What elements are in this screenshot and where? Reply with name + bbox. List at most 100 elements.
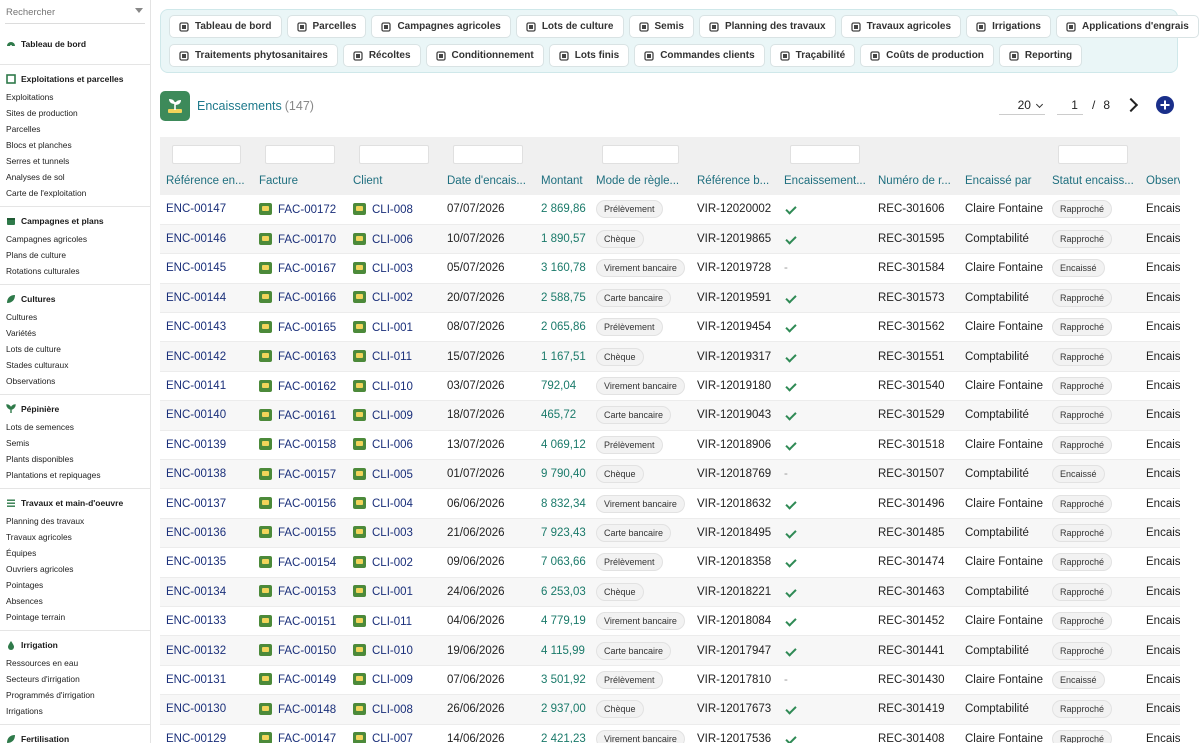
sidebar-item-ouvriers-agricoles[interactable]: Ouvriers agricoles: [0, 561, 150, 577]
sidebar-item-secteurs-d-irrigation[interactable]: Secteurs d'irrigation: [0, 671, 150, 687]
invoice-link[interactable]: FAC-00163: [278, 351, 336, 363]
sidebar-item-observations[interactable]: Observations: [0, 373, 150, 389]
column-header[interactable]: Statut encaiss...: [1046, 166, 1140, 195]
invoice-link[interactable]: FAC-00170: [278, 234, 336, 246]
sidebar-item-exploitations[interactable]: Exploitations: [0, 89, 150, 105]
client-link[interactable]: CLI-008: [372, 704, 413, 716]
invoice-link[interactable]: FAC-00162: [278, 381, 336, 393]
sidebar-item-lots-de-culture[interactable]: Lots de culture: [0, 341, 150, 357]
sidebar-item-pointages[interactable]: Pointages: [0, 577, 150, 593]
invoice-link[interactable]: FAC-00154: [278, 557, 336, 569]
filter-input[interactable]: [1058, 144, 1128, 164]
column-header[interactable]: Encaissé par: [959, 166, 1046, 195]
chevron-down-icon[interactable]: [135, 8, 143, 13]
filter-input[interactable]: [453, 144, 523, 164]
sidebar-group-title[interactable]: Pépinière: [0, 401, 150, 417]
nav-tab-applications-d-engrais[interactable]: Applications d'engrais: [1055, 15, 1199, 38]
nav-tab-traitements-phytosanitaires[interactable]: Traitements phytosanitaires: [169, 44, 338, 67]
invoice-link[interactable]: FAC-00147: [278, 733, 336, 743]
table-row[interactable]: ENC-00144 FAC-00166 CLI-002 20/07/2026 2 588…: [160, 283, 1180, 314]
column-header[interactable]: Facture: [253, 166, 347, 195]
table-row[interactable]: ENC-00140 FAC-00161 CLI-009 18/07/2026 465,7…: [160, 400, 1180, 431]
invoice-link[interactable]: FAC-00158: [278, 439, 336, 451]
client-link[interactable]: CLI-010: [372, 645, 413, 657]
reference-link[interactable]: ENC-00146: [166, 233, 226, 245]
client-link[interactable]: CLI-004: [372, 498, 413, 510]
client-link[interactable]: CLI-009: [372, 410, 413, 422]
table-row[interactable]: ENC-00133 FAC-00151 CLI-011 04/06/2026 4 779…: [160, 606, 1180, 637]
client-link[interactable]: CLI-008: [372, 204, 413, 216]
nav-tab-tracabilite[interactable]: Traçabilité: [769, 44, 856, 67]
invoice-link[interactable]: FAC-00150: [278, 645, 336, 657]
reference-link[interactable]: ENC-00131: [166, 674, 226, 686]
nav-tab-tableau-de-bord[interactable]: Tableau de bord: [169, 15, 282, 38]
client-link[interactable]: CLI-003: [372, 263, 413, 275]
invoice-link[interactable]: FAC-00166: [278, 292, 336, 304]
table-row[interactable]: ENC-00138 FAC-00157 CLI-005 01/07/2026 9 790…: [160, 459, 1180, 490]
sidebar-item-programmes-d-irrigation[interactable]: Programmés d'irrigation: [0, 687, 150, 703]
table-row[interactable]: ENC-00139 FAC-00158 CLI-006 13/07/2026 4 069…: [160, 430, 1180, 461]
client-link[interactable]: CLI-002: [372, 292, 413, 304]
table-row[interactable]: ENC-00141 FAC-00162 CLI-010 03/07/2026 792,0…: [160, 371, 1180, 402]
sidebar-group-title[interactable]: Irrigation: [0, 637, 150, 653]
reference-link[interactable]: ENC-00140: [166, 409, 226, 421]
invoice-link[interactable]: FAC-00161: [278, 410, 336, 422]
invoice-link[interactable]: FAC-00156: [278, 498, 336, 510]
table-row[interactable]: ENC-00137 FAC-00156 CLI-004 06/06/2026 8 832…: [160, 488, 1180, 519]
column-header[interactable]: Date d'encais...: [441, 166, 535, 195]
sidebar-item-serres-et-tunnels[interactable]: Serres et tunnels: [0, 153, 150, 169]
reference-link[interactable]: ENC-00136: [166, 527, 226, 539]
reference-link[interactable]: ENC-00144: [166, 292, 226, 304]
client-link[interactable]: CLI-010: [372, 381, 413, 393]
sidebar-item-planning-des-travaux[interactable]: Planning des travaux: [0, 513, 150, 529]
table-row[interactable]: ENC-00143 FAC-00165 CLI-001 08/07/2026 2 065…: [160, 312, 1180, 343]
sidebar-item-campagnes-agricoles[interactable]: Campagnes agricoles: [0, 231, 150, 247]
column-header[interactable]: Numéro de r...: [872, 166, 959, 195]
client-link[interactable]: CLI-007: [372, 733, 413, 743]
sidebar-item-analyses-de-sol[interactable]: Analyses de sol: [0, 169, 150, 185]
client-link[interactable]: CLI-006: [372, 439, 413, 451]
sidebar-item-dashboard[interactable]: Tableau de bord: [0, 36, 150, 52]
sidebar-item-absences[interactable]: Absences: [0, 593, 150, 609]
sidebar-group-title[interactable]: Travaux et main-d'oeuvre: [0, 495, 150, 511]
add-record-button[interactable]: [1156, 96, 1174, 114]
sidebar-item-cultures[interactable]: Cultures: [0, 309, 150, 325]
sidebar-item-equipes[interactable]: Équipes: [0, 545, 150, 561]
client-link[interactable]: CLI-001: [372, 586, 413, 598]
client-link[interactable]: CLI-011: [372, 351, 412, 363]
per-page-select[interactable]: 20: [998, 95, 1045, 115]
column-header[interactable]: Mode de règle...: [590, 166, 691, 195]
column-header[interactable]: Montant: [535, 166, 590, 195]
nav-tab-reporting[interactable]: Reporting: [998, 44, 1083, 67]
nav-tab-irrigations[interactable]: Irrigations: [966, 15, 1051, 38]
table-row[interactable]: ENC-00135 FAC-00154 CLI-002 09/06/2026 7 063…: [160, 547, 1180, 578]
reference-link[interactable]: ENC-00139: [166, 439, 226, 451]
column-header[interactable]: Encaissement...: [778, 166, 872, 195]
reference-link[interactable]: ENC-00142: [166, 351, 226, 363]
invoice-link[interactable]: FAC-00148: [278, 704, 336, 716]
sidebar-item-sites-de-production[interactable]: Sites de production: [0, 105, 150, 121]
search-box[interactable]: [5, 2, 145, 24]
invoice-link[interactable]: FAC-00149: [278, 674, 336, 686]
sidebar-item-plans-de-culture[interactable]: Plans de culture: [0, 247, 150, 263]
client-link[interactable]: CLI-011: [372, 616, 412, 628]
table-row[interactable]: ENC-00147 FAC-00172 CLI-008 07/07/2026 2 869…: [160, 195, 1180, 225]
sidebar-item-stades-culturaux[interactable]: Stades culturaux: [0, 357, 150, 373]
client-link[interactable]: CLI-002: [372, 557, 413, 569]
reference-link[interactable]: ENC-00134: [166, 586, 226, 598]
table-row[interactable]: ENC-00145 FAC-00167 CLI-003 05/07/2026 3 160…: [160, 253, 1180, 284]
sidebar-group-title[interactable]: Exploitations et parcelles: [0, 71, 150, 87]
sidebar-item-plants-disponibles[interactable]: Plants disponibles: [0, 451, 150, 467]
sidebar-item-ressources-en-eau[interactable]: Ressources en eau: [0, 655, 150, 671]
table-row[interactable]: ENC-00129 FAC-00147 CLI-007 14/06/2026 2 421…: [160, 724, 1180, 743]
invoice-link[interactable]: FAC-00167: [278, 263, 336, 275]
table-row[interactable]: ENC-00134 FAC-00153 CLI-001 24/06/2026 6 253…: [160, 577, 1180, 607]
invoice-link[interactable]: FAC-00151: [278, 616, 336, 628]
table-row[interactable]: ENC-00132 FAC-00150 CLI-010 19/06/2026 4 115…: [160, 635, 1180, 666]
sidebar-item-blocs-et-planches[interactable]: Blocs et planches: [0, 137, 150, 153]
nav-tab-semis[interactable]: Semis: [628, 15, 694, 38]
column-header[interactable]: Client: [347, 166, 441, 195]
nav-tab-lots-finis[interactable]: Lots finis: [548, 44, 630, 67]
sidebar-item-travaux-agricoles[interactable]: Travaux agricoles: [0, 529, 150, 545]
column-header[interactable]: Référence b...: [691, 166, 778, 195]
